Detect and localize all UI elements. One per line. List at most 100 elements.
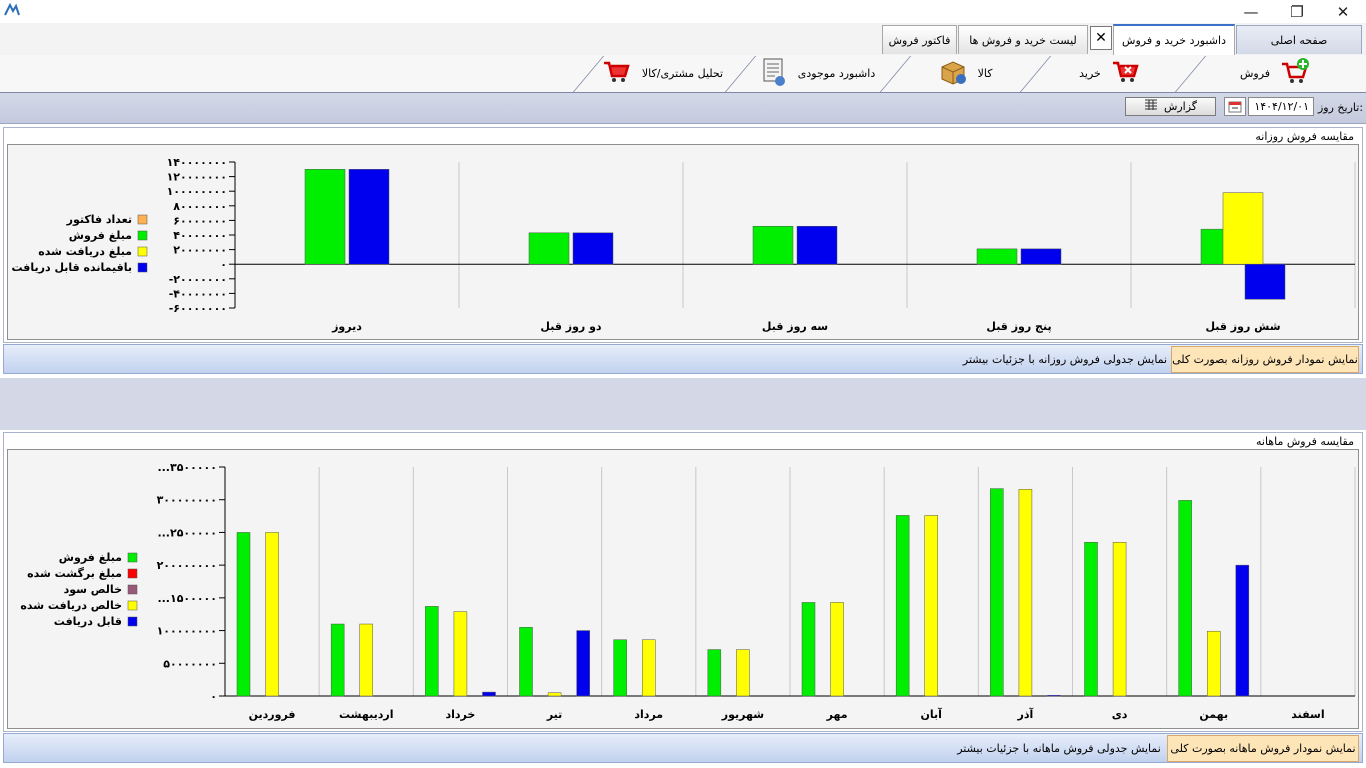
y-tick-label: ...۱۵۰۰۰۰۰ [157, 592, 217, 605]
toolbar-label: فروش [1239, 67, 1271, 80]
tab-home[interactable]: صفحه اصلی [1236, 25, 1362, 54]
chart-bar [736, 649, 750, 697]
daily-chart-area: ۱۴۰۰۰۰۰۰۰ ۱۲۰۰۰۰۰۰۰ ۱۰۰۰۰۰۰۰۰ ۸۰۰۰۰۰۰۰ ۶۰۰۰۰… [7, 144, 1359, 340]
toolbar-label: داشبورد موجودی [797, 67, 876, 80]
x-tick-label: آذر [1017, 707, 1034, 721]
chart-bar [796, 225, 838, 265]
minimize-button[interactable]: — [1228, 0, 1274, 23]
tab-label: فاکتور فروش [888, 33, 951, 47]
chart-bar [425, 606, 439, 697]
products-button[interactable]: کالا [900, 56, 1030, 91]
close-window-button[interactable]: ✕ [1320, 0, 1366, 23]
tab-label: لیست خرید و فروش ها [969, 33, 1077, 47]
toolbar-label: خرید [1079, 67, 1101, 80]
x-tick-label: اردیبهشت [339, 708, 393, 721]
tab-sales-invoice[interactable]: فاکتور فروش [882, 25, 957, 54]
close-tab-button[interactable]: ✕ [1090, 26, 1112, 50]
monthly-panel-title: مقایسه فروش ماهانه [1256, 435, 1354, 448]
y-tick-label: -۴۰۰۰۰۰۰۰ [169, 287, 227, 300]
tab-label: داشبورد خرید و فروش [1122, 34, 1226, 47]
chart-bar [1222, 192, 1264, 265]
date-filter-bar: تاریخ روز: ۱۴۰۴/۱۲/۰۱ گزارش [0, 93, 1366, 124]
x-tick-label: مرداد [634, 708, 663, 721]
chart-bar [1084, 541, 1098, 697]
y-tick-label: ۰ [220, 258, 227, 271]
chart-bar [707, 649, 722, 697]
legend-label: تعداد فاکتور [66, 213, 132, 226]
daily-detail-table-button[interactable]: نمایش جدولی فروش روزانه با جزئیات بیشتر [962, 346, 1168, 373]
y-tick-label: -۶۰۰۰۰۰۰۰ [169, 302, 227, 315]
chart-bar [453, 611, 468, 697]
legend-label: مبلغ فروش [59, 551, 122, 564]
toolbar-label: کالا [977, 67, 993, 80]
chart-bar [1207, 630, 1221, 697]
chart-bar [236, 532, 251, 697]
monthly-summary-chart-button[interactable]: نمایش نمودار فروش ماهانه بصورت کلی [1167, 735, 1359, 762]
app-logo-icon [4, 2, 20, 20]
chart-bar [1018, 488, 1033, 697]
report-icon [1144, 99, 1158, 114]
legend-label: خالص سود [64, 583, 122, 596]
chart-bar [1112, 541, 1127, 697]
y-tick-label: ...۳۵۰۰۰۰۰ [157, 461, 217, 474]
y-tick-label: ۸۰۰۰۰۰۰۰ [173, 200, 227, 213]
legend-swatch [127, 568, 138, 579]
toolbar-label: تحلیل مشتری/کالا [641, 67, 724, 80]
chart-bar [265, 532, 279, 697]
customer-analysis-button[interactable]: تحلیل مشتری/کالا [590, 56, 735, 91]
legend-label: مبلغ فروش [69, 229, 132, 242]
restore-button[interactable]: ❐ [1274, 0, 1320, 23]
legend-swatch [137, 214, 148, 225]
document-tabs: صفحه اصلی داشبورد خرید و فروش ✕ لیست خری… [0, 23, 1366, 56]
chart-bar [304, 169, 346, 265]
chart-bar [330, 623, 345, 697]
legend-swatch [137, 262, 148, 273]
cart-analysis-icon [602, 59, 632, 88]
chart-bar [1244, 263, 1286, 300]
chart-bar [830, 602, 844, 697]
inventory-dashboard-button[interactable]: داشبورد موجودی [745, 56, 890, 91]
toolbar: فروش خرید کالا داشبورد موجودی تحلیل مشتر… [0, 55, 1366, 93]
y-tick-label: ۲۰۰۰۰۰۰۰ [173, 244, 227, 257]
purchase-button[interactable]: خرید [1040, 56, 1180, 91]
chart-bar [1178, 500, 1192, 697]
tab-sales-dashboard[interactable]: داشبورد خرید و فروش [1113, 24, 1235, 55]
legend-swatch [127, 616, 138, 627]
chart-bar [482, 691, 496, 697]
legend-swatch [137, 230, 148, 241]
x-tick-label: شهریور [721, 708, 764, 721]
monthly-detail-table-button[interactable]: نمایش جدولی فروش ماهانه با جزئیات بیشتر [954, 735, 1164, 762]
monthly-sales-chart: ...۳۵۰۰۰۰۰ ۳۰۰۰۰۰۰۰۰ ...۲۵۰۰۰۰۰ ۲۰۰۰۰۰۰۰۰..… [20, 461, 1356, 721]
chart-bar [519, 627, 533, 697]
y-tick-label: ۱۰۰۰۰۰۰۰۰ [167, 185, 227, 198]
tab-transactions-list[interactable]: لیست خرید و فروش ها [958, 25, 1088, 54]
x-tick-label: شش روز قبل [1205, 320, 1280, 333]
chart-bar [576, 630, 590, 697]
monthly-chart-area: ...۳۵۰۰۰۰۰ ۳۰۰۰۰۰۰۰۰ ...۲۵۰۰۰۰۰ ۲۰۰۰۰۰۰۰۰..… [7, 449, 1359, 729]
calendar-icon[interactable] [1224, 97, 1246, 116]
chart-bar [895, 515, 910, 697]
x-tick-label: دو روز قبل [540, 320, 602, 333]
report-label: گزارش [1163, 100, 1198, 113]
chart-bar [990, 488, 1004, 697]
chart-bar [348, 169, 390, 265]
legend-swatch [127, 584, 138, 595]
product-box-icon [938, 58, 968, 89]
y-tick-label: ۶۰۰۰۰۰۰۰ [173, 214, 227, 227]
cart-remove-icon [1111, 59, 1141, 88]
sales-button[interactable]: فروش [1195, 56, 1355, 91]
chart-bar [528, 232, 570, 265]
add-cart-icon [1280, 58, 1310, 89]
y-tick-label: ۳۰۰۰۰۰۰۰۰ [157, 494, 217, 507]
x-tick-label: دی [1112, 708, 1128, 721]
legend-swatch [137, 246, 148, 257]
date-input[interactable]: ۱۴۰۴/۱۲/۰۱ [1248, 97, 1314, 116]
x-tick-label: اسفند [1291, 708, 1324, 721]
daily-summary-chart-button[interactable]: نمایش نمودار فروش روزانه بصورت کلی [1171, 346, 1359, 373]
report-button[interactable]: گزارش [1125, 97, 1216, 116]
x-tick-label: سه روز قبل [762, 320, 828, 333]
chart-bar [1235, 564, 1250, 697]
legend-label: قابل دریافت [54, 615, 122, 628]
date-label: تاریخ روز: [1318, 101, 1364, 114]
legend-label: خالص دریافت شده [20, 599, 122, 612]
